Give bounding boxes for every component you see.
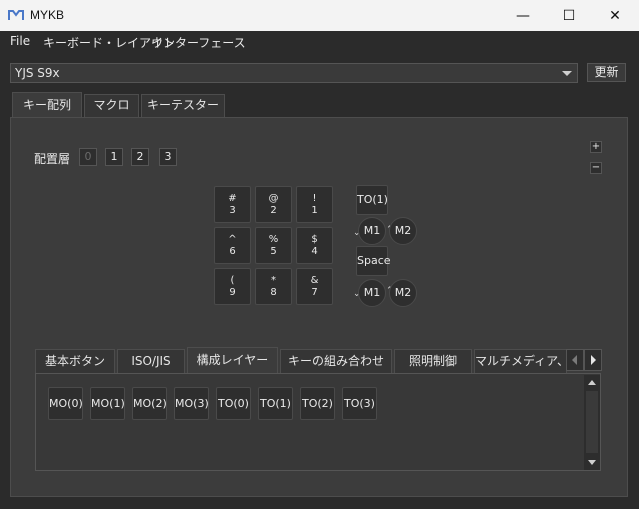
key[interactable]: $4 xyxy=(296,227,333,264)
subtab-lighting[interactable]: 照明制御 xyxy=(394,349,472,373)
tab-key-tester[interactable]: キーテスター xyxy=(141,94,225,117)
app-logo-icon xyxy=(8,10,24,20)
key-label: 7 xyxy=(311,287,318,298)
layer-button-1[interactable]: 1 xyxy=(105,148,123,166)
maximize-button[interactable]: ☐ xyxy=(546,0,592,31)
keycode-mo0[interactable]: MO(0) xyxy=(48,387,83,420)
window-title: MYKB xyxy=(30,8,65,22)
key-shift-label: ! xyxy=(312,193,317,204)
key-label: 5 xyxy=(270,246,277,257)
minimize-icon: — xyxy=(516,7,530,24)
scrollbar-thumb[interactable] xyxy=(586,391,598,453)
zoom-in-button[interactable]: + xyxy=(590,141,602,153)
layer-label: 配置層 xyxy=(34,152,71,166)
key-label: 6 xyxy=(229,246,236,257)
key-space[interactable]: Space xyxy=(356,246,391,276)
key[interactable]: ^ 6 xyxy=(214,227,251,264)
subtab-key-combinations[interactable]: キーの組み合わせ xyxy=(280,349,392,373)
scroll-up-icon[interactable] xyxy=(588,380,596,385)
close-icon: ✕ xyxy=(609,7,621,24)
key-label: 9 xyxy=(229,287,236,298)
tab-key-layout[interactable]: キー配列 xyxy=(12,92,82,118)
tab-scroll-left-button[interactable] xyxy=(566,349,584,371)
scroll-down-icon[interactable] xyxy=(588,460,596,465)
knob-m2-bottom[interactable]: M2 xyxy=(389,279,417,307)
layer-button-3[interactable]: 3 xyxy=(159,148,177,166)
key-shift-label: & xyxy=(310,275,319,286)
key-label: 8 xyxy=(270,287,277,298)
key[interactable]: * 8 xyxy=(255,268,292,305)
refresh-button[interactable]: 更新 xyxy=(587,63,626,82)
maximize-icon: ☐ xyxy=(562,7,576,24)
minimize-button[interactable]: — xyxy=(500,0,546,31)
key[interactable]: (9 xyxy=(214,268,251,305)
key[interactable]: #3 xyxy=(214,186,251,223)
keycode-to2[interactable]: TO(2) xyxy=(300,387,335,420)
key[interactable]: ! 1 xyxy=(296,186,333,223)
chevron-right-icon xyxy=(591,355,596,365)
keycode-to1[interactable]: TO(1) xyxy=(258,387,293,420)
keycode-to0[interactable]: TO(0) xyxy=(216,387,251,420)
device-select[interactable]: YJS S9x xyxy=(10,63,578,83)
knob-m1[interactable]: M1 xyxy=(358,217,386,245)
key-label: 4 xyxy=(311,246,318,257)
layer-button-0[interactable]: 0 xyxy=(79,148,97,166)
knob-m2[interactable]: M2 xyxy=(389,217,417,245)
zoom-out-button[interactable]: − xyxy=(590,162,602,174)
key-shift-label: $ xyxy=(311,234,318,245)
menu-interface[interactable]: インターフェース xyxy=(151,34,246,51)
keycode-to3[interactable]: TO(3) xyxy=(342,387,377,420)
subtab-multimedia[interactable]: マルチメディア、マ xyxy=(474,349,567,373)
key-to1[interactable]: TO(1) xyxy=(356,185,388,215)
key[interactable]: % 5 xyxy=(255,227,292,264)
key-shift-label: ( xyxy=(230,275,235,286)
subtab-basic-buttons[interactable]: 基本ボタン xyxy=(35,349,115,373)
subtab-iso-jis[interactable]: ISO/JIS xyxy=(117,349,185,373)
title-bar: MYKB — ☐ ✕ xyxy=(0,0,639,31)
vertical-scrollbar[interactable] xyxy=(584,375,600,470)
keycode-mo2[interactable]: MO(2) xyxy=(132,387,167,420)
key[interactable]: @2 xyxy=(255,186,292,223)
device-select-value: YJS S9x xyxy=(15,66,60,80)
key[interactable]: & 7 xyxy=(296,268,333,305)
menu-file[interactable]: File xyxy=(10,34,30,48)
key-label: 2 xyxy=(270,205,277,216)
key-shift-label: # xyxy=(228,193,237,204)
chevron-left-icon xyxy=(572,355,577,365)
tab-scroll-right-button[interactable] xyxy=(584,349,602,371)
subtab-layer-config[interactable]: 構成レイヤー xyxy=(187,347,278,374)
key-label: 1 xyxy=(311,205,318,216)
knob-m1-bottom[interactable]: M1 xyxy=(358,279,386,307)
key-shift-label: @ xyxy=(268,193,279,204)
dropdown-arrow-icon xyxy=(562,71,572,76)
keycode-mo3[interactable]: MO(3) xyxy=(174,387,209,420)
menu-bar: File キーボード・レイアウト インターフェース xyxy=(0,31,639,51)
key-shift-label: * xyxy=(271,275,276,286)
close-button[interactable]: ✕ xyxy=(592,0,638,31)
key-shift-label: ^ xyxy=(228,234,237,245)
tab-macro[interactable]: マクロ xyxy=(84,94,139,117)
keycode-mo1[interactable]: MO(1) xyxy=(90,387,125,420)
key-shift-label: % xyxy=(268,234,279,245)
key-label: 3 xyxy=(229,205,236,216)
layer-button-2[interactable]: 2 xyxy=(131,148,149,166)
